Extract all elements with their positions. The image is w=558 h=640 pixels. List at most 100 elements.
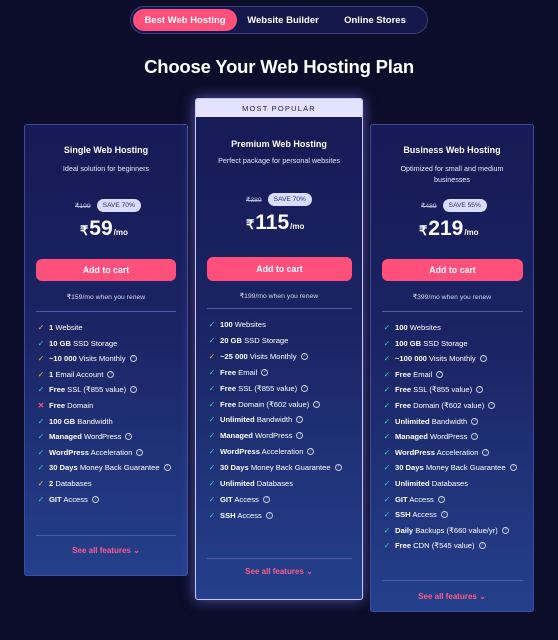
feature-item: ✓ Unlimited Databases — [383, 479, 468, 488]
check-icon: ✓ — [208, 447, 216, 457]
feature-item: ✓ SSH Access? — [208, 511, 273, 520]
help-icon[interactable]: ? — [261, 368, 269, 376]
feature-highlight: 100 — [220, 320, 233, 329]
tab-website-builder[interactable]: Website Builder — [237, 9, 329, 31]
help-icon[interactable]: ? — [125, 433, 133, 441]
help-icon[interactable]: ? — [440, 511, 448, 519]
check-icon: ✓ — [383, 479, 391, 488]
tab-best-web-hosting[interactable]: Best Web Hosting — [133, 9, 237, 31]
help-icon[interactable]: ? — [501, 526, 509, 534]
feature-item: ✓ ~10 000 Visits Monthly? — [37, 354, 137, 363]
feature-text: Visits Monthly — [247, 351, 297, 361]
check-icon: ✓ — [383, 525, 391, 535]
feature-highlight: 100 GB — [395, 338, 422, 348]
feature-highlight: Free — [395, 385, 412, 395]
feature-text: Visits Monthly — [76, 354, 126, 364]
help-icon[interactable]: ? — [479, 355, 487, 363]
feature-text: Bandwidth — [429, 416, 468, 426]
old-price: ₹489 — [421, 202, 437, 210]
feature-highlight: Managed — [395, 432, 428, 442]
check-icon: ✓ — [208, 494, 216, 504]
help-icon[interactable]: ? — [334, 464, 342, 472]
feature-item: ✓ Free Email? — [208, 367, 269, 377]
see-all-features-link[interactable]: See all features ⌄ — [25, 546, 187, 555]
feature-text: Acceleration — [259, 447, 304, 457]
check-icon: ✓ — [383, 463, 391, 473]
cross-icon: ✕ — [37, 401, 45, 410]
add-to-cart-button[interactable]: Add to cart — [207, 257, 352, 281]
feature-highlight: Unlimited — [220, 415, 255, 425]
help-icon[interactable]: ? — [262, 495, 270, 503]
check-icon: ✓ — [208, 399, 216, 409]
help-icon[interactable]: ? — [436, 370, 444, 378]
feature-text: SSL (₹855 value) — [411, 385, 473, 395]
feature-highlight: WordPress — [395, 447, 435, 457]
help-icon[interactable]: ? — [301, 384, 309, 392]
help-icon[interactable]: ? — [476, 386, 484, 394]
feature-item: ✓ GIT Access? — [208, 495, 270, 504]
help-icon[interactable]: ? — [265, 511, 273, 519]
help-icon[interactable]: ? — [136, 448, 144, 456]
feature-text: Money Back Guarantee — [423, 463, 506, 473]
feature-item: ✓ ~25 000 Visits Monthly? — [208, 352, 308, 361]
page-title: Choose Your Web Hosting Plan — [144, 56, 414, 77]
help-icon[interactable]: ? — [482, 448, 490, 456]
currency-symbol: ₹ — [80, 223, 89, 238]
most-popular-ribbon: MOST POPULAR — [196, 99, 362, 117]
help-icon[interactable]: ? — [163, 464, 171, 472]
price-period: /mo — [464, 228, 479, 237]
check-icon: ✓ — [383, 401, 391, 410]
chevron-down-icon: ⌄ — [479, 592, 486, 601]
currency-symbol: ₹ — [419, 223, 428, 238]
help-icon[interactable]: ? — [478, 542, 486, 550]
feature-item: ✓ 10 GB SSD Storage — [37, 339, 118, 348]
feature-text: Email — [236, 367, 258, 377]
plan-description: Ideal solution for beginners — [62, 164, 150, 173]
feature-item: ✓ Free Email? — [383, 370, 444, 379]
feature-item: ✓ 1 Website — [37, 323, 83, 332]
plan-description: Optimized for small and medium businesse… — [400, 164, 504, 184]
feature-item: ✓ Unlimited Bandwidth? — [208, 415, 304, 425]
help-icon[interactable]: ? — [296, 432, 304, 440]
tab-online-stores[interactable]: Online Stores — [329, 9, 421, 31]
feature-highlight: Free — [49, 401, 66, 410]
feature-item: ✓ Managed WordPress? — [37, 432, 133, 441]
help-icon[interactable]: ? — [300, 352, 308, 360]
divider — [207, 308, 352, 309]
check-icon: ✓ — [383, 432, 391, 442]
feature-highlight: 20 GB — [220, 335, 242, 345]
see-all-features-link[interactable]: See all features ⌄ — [371, 592, 533, 601]
check-icon: ✓ — [208, 463, 216, 473]
feature-highlight: Free — [49, 385, 66, 395]
help-icon[interactable]: ? — [107, 370, 115, 378]
help-icon[interactable]: ? — [488, 402, 496, 409]
feature-item: ✓ 30 Days Money Back Guarantee? — [383, 463, 517, 472]
price-old-row: ₹389 SAVE 70% — [246, 193, 312, 206]
see-all-features-link[interactable]: See all features ⌄ — [196, 567, 362, 576]
help-icon[interactable]: ? — [91, 495, 99, 503]
help-icon[interactable]: ? — [130, 386, 138, 394]
plan-price: ₹ 59 /mo — [80, 217, 128, 241]
feature-item: ✓ 100 Websites — [208, 320, 266, 329]
feature-highlight: Free — [220, 383, 237, 393]
add-to-cart-button[interactable]: Add to cart — [36, 259, 176, 281]
help-icon[interactable]: ? — [509, 464, 517, 472]
add-to-cart-button[interactable]: Add to cart — [382, 259, 523, 281]
feature-item: ✓ Managed WordPress? — [383, 432, 479, 442]
help-icon[interactable]: ? — [471, 417, 479, 425]
check-icon: ✓ — [37, 494, 45, 504]
help-icon[interactable]: ? — [296, 416, 304, 424]
help-icon[interactable]: ? — [129, 355, 137, 363]
feature-highlight: Managed — [220, 431, 253, 441]
check-icon: ✓ — [383, 541, 391, 551]
help-icon[interactable]: ? — [313, 400, 321, 408]
divider — [382, 311, 523, 312]
help-icon[interactable]: ? — [437, 495, 445, 503]
feature-item: ✓ 100 GB Bandwidth — [37, 417, 113, 426]
feature-item: ✓ 30 Days Money Back Guarantee? — [208, 463, 342, 472]
help-icon[interactable]: ? — [307, 448, 315, 456]
help-icon[interactable]: ? — [471, 433, 479, 441]
feature-text: Money Back Guarantee — [248, 463, 331, 473]
check-icon: ✓ — [383, 323, 391, 332]
plan-name: Single Web Hosting — [63, 145, 149, 155]
